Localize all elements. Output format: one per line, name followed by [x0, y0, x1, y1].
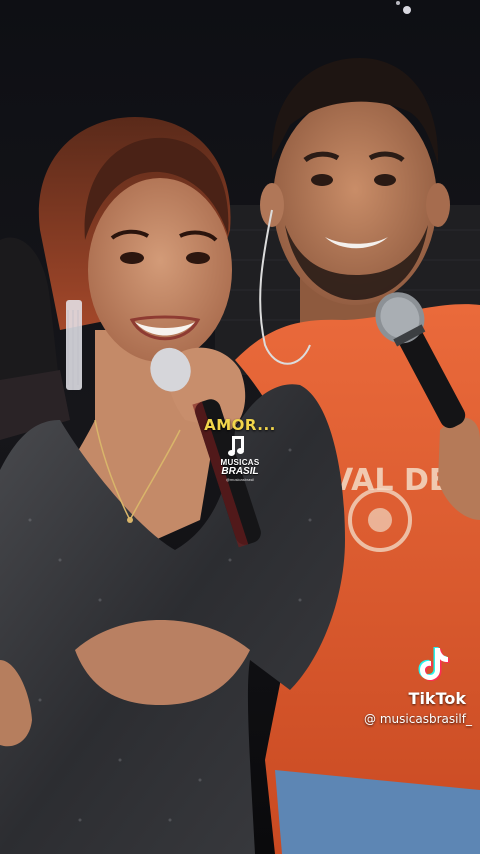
brand-overlay: MUSICAS BRASIL @musicasbrasil [210, 436, 270, 482]
tiktok-watermark: TikTok @ musicasbrasilf_ [342, 646, 472, 726]
video-frame[interactable]: VAL DE AMOR... MUSICAS BRASIL @musicasbr… [0, 0, 480, 854]
shirt-print-text: VAL DE [330, 463, 449, 498]
video-caption: AMOR... [204, 416, 276, 434]
tiktok-logo-icon [418, 647, 450, 681]
brand-line-2: BRASIL [221, 466, 259, 477]
brand-line-3: @musicasbrasil [225, 477, 255, 482]
music-note-icon [228, 436, 244, 456]
tiktok-wordmark: TikTok [408, 689, 466, 708]
creator-handle: @ musicasbrasilf_ [364, 712, 472, 726]
